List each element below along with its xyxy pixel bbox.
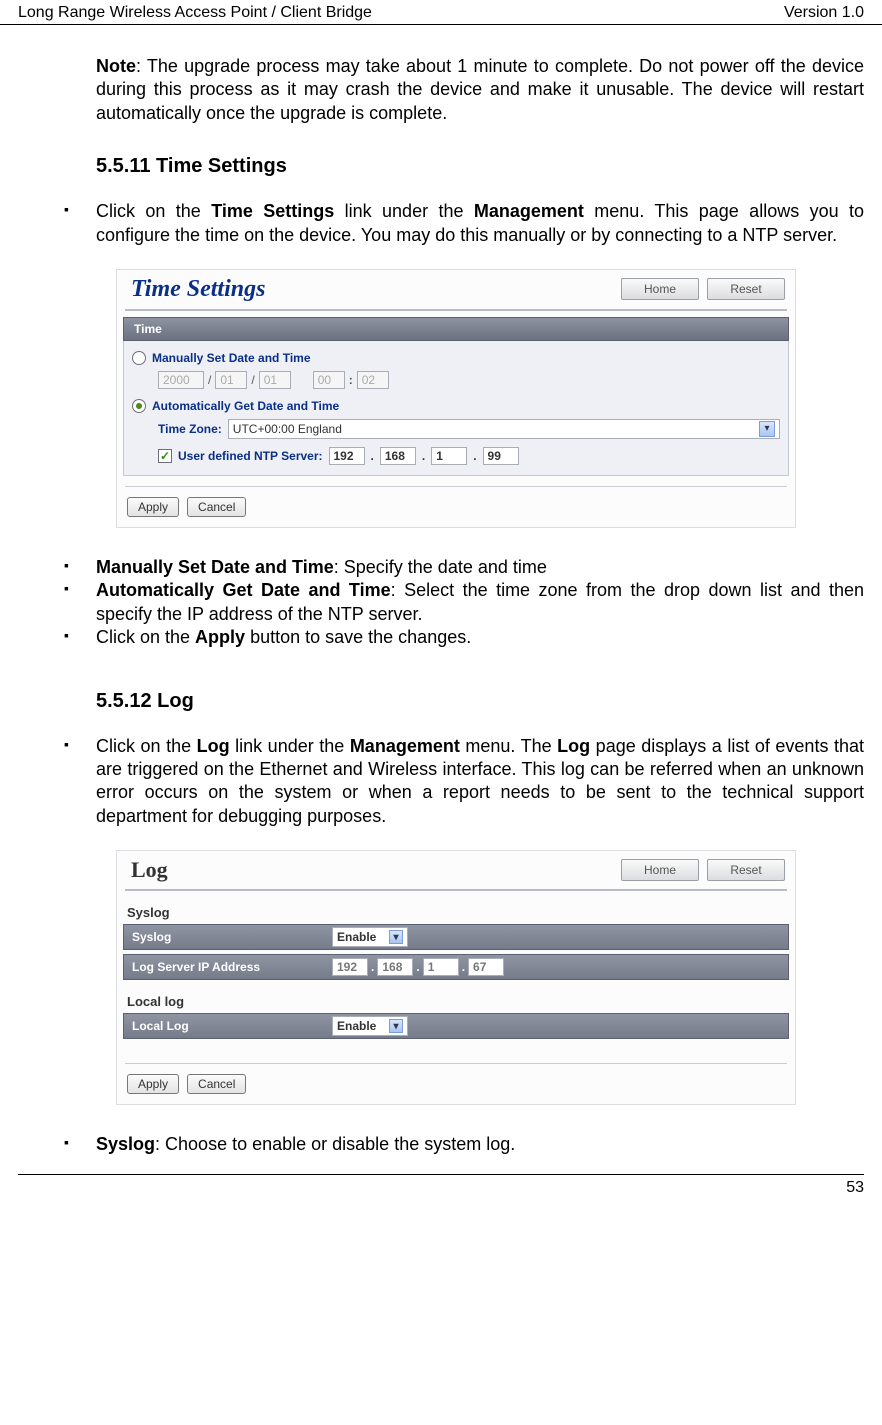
- syslog-select[interactable]: Enable ▾: [332, 927, 408, 947]
- manual-label: Manually Set Date and Time: [152, 351, 311, 365]
- ntp-label: User defined NTP Server:: [178, 449, 323, 463]
- home-button[interactable]: Home: [621, 278, 699, 300]
- figure-time-settings: Time Settings Home Reset Time Manually S…: [116, 269, 796, 528]
- bullet-apply: Click on the Apply button to save the ch…: [58, 626, 864, 649]
- radio-manual[interactable]: [132, 351, 146, 365]
- ntp-ip-3[interactable]: 1: [431, 447, 467, 465]
- page-number: 53: [846, 1179, 864, 1196]
- row-local-log: Local Log Enable ▾: [123, 1013, 789, 1039]
- chevron-down-icon: ▾: [389, 1019, 403, 1033]
- bullet-log-intro: Click on the Log link under the Manageme…: [58, 735, 864, 829]
- cancel-button[interactable]: Cancel: [187, 497, 246, 517]
- reset-button[interactable]: Reset: [707, 859, 785, 881]
- reset-button[interactable]: Reset: [707, 278, 785, 300]
- bullet-auto: Automatically Get Date and Time: Select …: [58, 579, 864, 626]
- note-label: Note: [96, 56, 136, 76]
- cancel-button[interactable]: Cancel: [187, 1074, 246, 1094]
- panel-title-log: Log: [127, 857, 168, 883]
- heading-time-settings: 5.5.11 Time Settings: [96, 155, 864, 178]
- timezone-select[interactable]: UTC+00:00 England ▾: [228, 419, 780, 439]
- log-ip-1[interactable]: 192: [332, 958, 368, 976]
- note-text: : The upgrade process may take about 1 m…: [96, 56, 864, 123]
- section-bar-time: Time: [123, 317, 789, 341]
- panel-title: Time Settings: [127, 276, 265, 303]
- chevron-down-icon: ▾: [759, 421, 775, 437]
- home-button[interactable]: Home: [621, 859, 699, 881]
- ntp-checkbox[interactable]: ✓: [158, 449, 172, 463]
- log-ip-2[interactable]: 168: [377, 958, 413, 976]
- log-ip-4[interactable]: 67: [468, 958, 504, 976]
- row-syslog: Syslog Enable ▾: [123, 924, 789, 950]
- month-input[interactable]: 01: [215, 371, 247, 389]
- day-input[interactable]: 01: [259, 371, 291, 389]
- apply-button[interactable]: Apply: [127, 1074, 179, 1094]
- page-footer: 53: [18, 1174, 864, 1211]
- local-log-select[interactable]: Enable ▾: [332, 1016, 408, 1036]
- chevron-down-icon: ▾: [389, 930, 403, 944]
- bullet-time-intro: Click on the Time Settings link under th…: [58, 200, 864, 247]
- minute-input[interactable]: 02: [357, 371, 389, 389]
- auto-label: Automatically Get Date and Time: [152, 399, 339, 413]
- apply-button[interactable]: Apply: [127, 497, 179, 517]
- ntp-ip-1[interactable]: 192: [329, 447, 365, 465]
- section-syslog-label: Syslog: [127, 905, 789, 920]
- bullet-syslog: Syslog: Choose to enable or disable the …: [58, 1133, 864, 1156]
- section-local-label: Local log: [127, 994, 789, 1009]
- header-right: Version 1.0: [784, 4, 864, 22]
- heading-log: 5.5.12 Log: [96, 690, 864, 713]
- figure-log: Log Home Reset Syslog Syslog Enable ▾ Lo…: [116, 850, 796, 1105]
- log-ip-3[interactable]: 1: [423, 958, 459, 976]
- page-header: Long Range Wireless Access Point / Clien…: [0, 0, 882, 25]
- hour-input[interactable]: 00: [313, 371, 345, 389]
- year-input[interactable]: 2000: [158, 371, 204, 389]
- ntp-ip-4[interactable]: 99: [483, 447, 519, 465]
- timezone-label: Time Zone:: [158, 422, 222, 436]
- header-left: Long Range Wireless Access Point / Clien…: [18, 4, 372, 22]
- bullet-manual: Manually Set Date and Time: Specify the …: [58, 556, 864, 579]
- note-paragraph: Note: The upgrade process may take about…: [96, 55, 864, 125]
- ntp-ip-2[interactable]: 168: [380, 447, 416, 465]
- row-log-server-ip: Log Server IP Address 192 . 168 . 1 . 67: [123, 954, 789, 980]
- radio-auto[interactable]: [132, 399, 146, 413]
